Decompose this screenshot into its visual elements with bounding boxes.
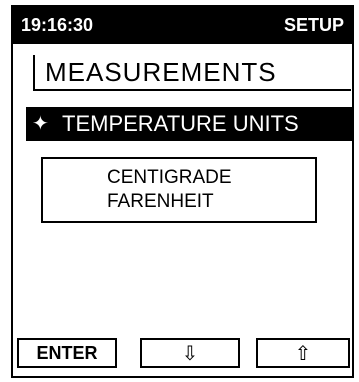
down-button[interactable]: ⇩ xyxy=(140,338,240,368)
option-farenheit[interactable]: FARENHEIT xyxy=(107,191,214,213)
page-title: MEASUREMENTS xyxy=(45,57,277,87)
title-left-rule xyxy=(33,55,35,91)
menu-item-label: TEMPERATURE UNITS xyxy=(62,111,299,136)
diamond-star-icon: ✦ xyxy=(32,113,49,135)
screen-frame: 19:16:30 SETUP MEASUREMENTS ✦ TEMPERATUR… xyxy=(11,5,354,378)
device-screen: 19:16:30 SETUP MEASUREMENTS ✦ TEMPERATUR… xyxy=(0,0,359,382)
option-centigrade[interactable]: CENTIGRADE xyxy=(107,167,232,189)
down-arrow-icon: ⇩ xyxy=(181,341,199,365)
clock-time: 19:16:30 xyxy=(21,15,94,35)
up-arrow-icon: ⇧ xyxy=(294,341,312,365)
page-title-area: MEASUREMENTS xyxy=(33,55,351,91)
status-bar: 19:16:30 SETUP xyxy=(13,7,352,44)
enter-button[interactable]: ENTER xyxy=(17,338,117,368)
mode-label: SETUP xyxy=(283,15,344,35)
title-bottom-rule xyxy=(33,89,351,91)
up-button[interactable]: ⇧ xyxy=(256,338,350,368)
menu-item-temperature-units[interactable]: ✦ TEMPERATURE UNITS xyxy=(26,107,352,141)
options-list: CENTIGRADE FARENHEIT xyxy=(41,157,317,223)
